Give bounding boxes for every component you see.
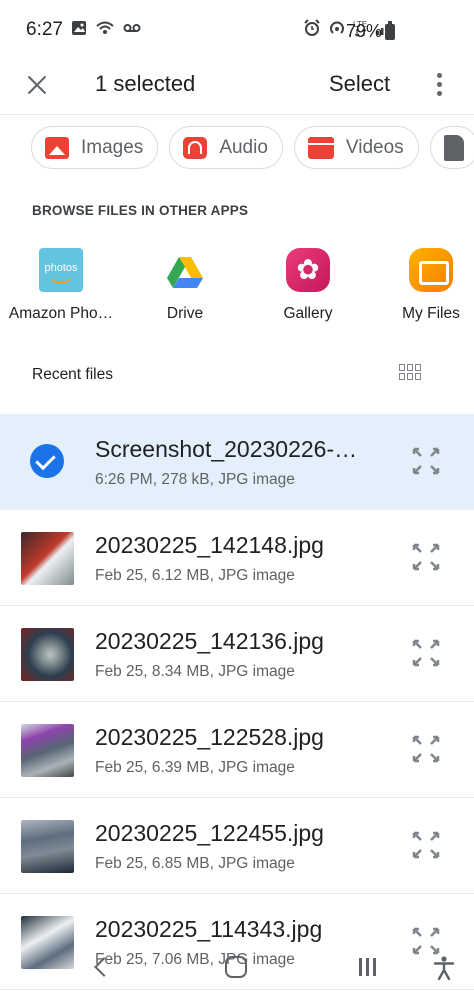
chip-label: Audio [219, 136, 268, 158]
my-files-icon [409, 248, 453, 292]
browse-header: BROWSE FILES IN OTHER APPS [32, 203, 249, 218]
voicemail-icon [123, 21, 141, 39]
amazon-photos-icon-text: photos [44, 262, 78, 274]
home-icon[interactable] [225, 956, 247, 978]
app-label: Gallery [283, 305, 333, 322]
chip-videos[interactable]: Videos [293, 126, 419, 169]
more-vert-icon[interactable] [430, 70, 450, 100]
close-icon[interactable] [22, 70, 52, 100]
file-name: 20230225_122455.jpg [95, 820, 324, 846]
grid-view-icon[interactable] [399, 364, 423, 382]
select-button[interactable]: Select [329, 71, 390, 97]
file-meta: Feb 25, 6.12 MB, JPG image [95, 567, 295, 584]
file-meta: Feb 25, 6.85 MB, JPG image [95, 855, 295, 872]
app-bar: 1 selected Select [0, 62, 474, 114]
expand-icon[interactable] [410, 541, 442, 573]
file-meta: Feb 25, 6.39 MB, JPG image [95, 759, 295, 776]
recents-icon[interactable] [358, 957, 378, 977]
gallery-app-icon [286, 248, 330, 292]
status-left: 6:27 [26, 19, 141, 41]
recent-files-header: Recent files [32, 366, 113, 383]
file-name: 20230225_142148.jpg [95, 532, 324, 558]
checkmark-icon[interactable] [30, 444, 64, 478]
file-list: Screenshot_20230226-… 6:26 PM, 278 kB, J… [0, 414, 474, 990]
chip-label: Images [81, 136, 144, 158]
status-time: 6:27 [26, 19, 63, 40]
app-label: My Files [402, 305, 460, 322]
file-row[interactable]: 20230225_142148.jpg Feb 25, 6.12 MB, JPG… [0, 510, 474, 606]
alarm-icon [303, 19, 321, 42]
file-name: 20230225_114343.jpg [95, 916, 323, 942]
amazon-photos-icon: photos [39, 248, 83, 292]
gallery-icon [71, 20, 87, 41]
status-bar: 6:27 LTE 79% [0, 0, 474, 62]
file-row-selected[interactable]: Screenshot_20230226-… 6:26 PM, 278 kB, J… [0, 414, 474, 510]
expand-icon[interactable] [410, 445, 442, 477]
document-icon [443, 134, 464, 161]
back-icon[interactable] [92, 956, 112, 980]
system-nav-bar [0, 940, 474, 1000]
app-label: Amazon Pho… [8, 305, 114, 322]
expand-icon[interactable] [410, 637, 442, 669]
file-row[interactable]: 20230225_142136.jpg Feb 25, 8.34 MB, JPG… [0, 606, 474, 702]
expand-icon[interactable] [410, 733, 442, 765]
app-label: Drive [166, 305, 204, 322]
file-row[interactable]: 20230225_122455.jpg Feb 25, 6.85 MB, JPG… [0, 798, 474, 894]
video-icon [307, 136, 334, 159]
file-thumbnail [21, 532, 74, 585]
expand-icon[interactable] [410, 829, 442, 861]
hotspot-icon [328, 19, 346, 42]
file-name: 20230225_122528.jpg [95, 724, 324, 750]
file-thumbnail [21, 820, 74, 873]
app-my-files[interactable]: My Files [371, 248, 474, 323]
file-meta: 6:26 PM, 278 kB, JPG image [95, 471, 295, 488]
battery-percent: 79% [346, 21, 383, 41]
file-name: 20230225_142136.jpg [95, 628, 324, 654]
chip-audio[interactable]: Audio [169, 126, 283, 169]
wifi-call-icon [95, 20, 115, 41]
file-thumbnail [21, 724, 74, 777]
battery-icon [385, 21, 395, 40]
file-row[interactable]: 20230225_122528.jpg Feb 25, 6.39 MB, JPG… [0, 702, 474, 798]
image-icon [45, 136, 69, 159]
chip-documents[interactable] [429, 126, 474, 169]
file-thumbnail [21, 628, 74, 681]
file-meta: Feb 25, 8.34 MB, JPG image [95, 663, 295, 680]
app-amazon-photos[interactable]: photos Amazon Pho… [1, 248, 121, 323]
category-chips: Images Audio Videos [31, 126, 474, 169]
app-gallery[interactable]: Gallery [248, 248, 368, 323]
google-drive-icon [163, 248, 207, 292]
chip-images[interactable]: Images [31, 126, 159, 169]
divider [0, 114, 474, 115]
browse-apps: photos Amazon Pho… Drive Gallery My File… [0, 248, 474, 328]
headphones-icon [183, 136, 208, 159]
chip-label: Videos [345, 136, 404, 158]
accessibility-icon[interactable] [432, 955, 456, 981]
file-name: Screenshot_20230226-… [95, 436, 358, 462]
app-drive[interactable]: Drive [125, 248, 245, 323]
selection-title: 1 selected [95, 71, 196, 96]
